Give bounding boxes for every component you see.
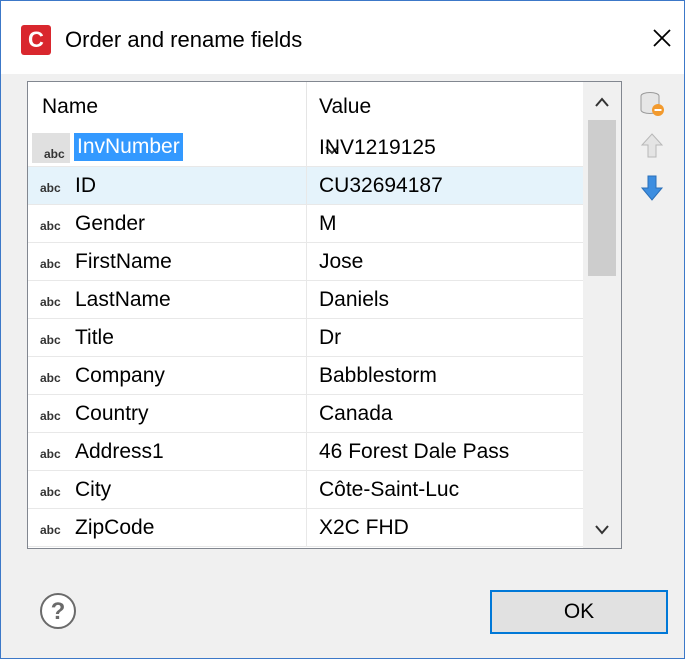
- remove-field-button[interactable]: [637, 89, 667, 119]
- arrow-down-icon: [640, 175, 664, 201]
- vertical-scrollbar[interactable]: [583, 82, 621, 548]
- table-row-editing[interactable]: abc InvNumber INV1219125: [28, 129, 583, 167]
- scroll-up-icon[interactable]: [592, 94, 612, 110]
- table-row[interactable]: abc Gender M: [28, 205, 583, 243]
- app-logo-icon: C: [21, 25, 51, 55]
- field-name-input[interactable]: InvNumber: [72, 133, 339, 163]
- type-badge: abc: [40, 295, 61, 309]
- field-name: Country: [75, 402, 149, 425]
- field-value: M: [319, 212, 337, 235]
- field-value: 46 Forest Dale Pass: [319, 440, 510, 463]
- field-value: Babblestorm: [319, 364, 437, 387]
- close-button[interactable]: [647, 23, 677, 53]
- column-header-name[interactable]: Name: [42, 82, 98, 129]
- move-down-button[interactable]: [637, 173, 667, 203]
- type-badge: abc: [40, 181, 61, 195]
- field-value: INV1219125: [319, 136, 436, 159]
- type-badge: abc: [40, 219, 61, 233]
- type-badge: abc: [40, 485, 61, 499]
- scroll-down-icon[interactable]: [592, 522, 612, 538]
- field-name: ID: [75, 174, 96, 197]
- field-name: Gender: [75, 212, 146, 235]
- type-badge: abc: [40, 257, 61, 271]
- ok-button[interactable]: OK: [490, 590, 668, 634]
- field-name: City: [75, 478, 112, 501]
- table-row[interactable]: abc LastName Daniels: [28, 281, 583, 319]
- arrow-up-icon: [640, 133, 664, 158]
- field-value: X2C FHD: [319, 516, 409, 539]
- table-row[interactable]: abc Title Dr: [28, 319, 583, 357]
- dialog-window: C Order and rename fields Name Value abc…: [0, 0, 685, 659]
- field-value: Canada: [319, 402, 393, 425]
- type-badge: abc: [40, 447, 61, 461]
- field-name: Title: [75, 326, 114, 349]
- help-button[interactable]: ?: [39, 592, 77, 630]
- svg-text:?: ?: [51, 598, 66, 625]
- database-remove-icon: [640, 92, 664, 116]
- field-value: Jose: [319, 250, 364, 273]
- title-bar: C Order and rename fields: [1, 1, 684, 74]
- field-name: Address1: [75, 440, 164, 463]
- grid-header: Name Value: [28, 82, 583, 129]
- field-name: Company: [75, 364, 165, 387]
- selected-text[interactable]: InvNumber: [74, 133, 183, 161]
- scrollbar-thumb[interactable]: [588, 120, 616, 276]
- field-value: Daniels: [319, 288, 390, 311]
- table-row[interactable]: abc Country Canada: [28, 395, 583, 433]
- table-row[interactable]: abc Address1 46 Forest Dale Pass: [28, 433, 583, 471]
- close-icon: [653, 29, 671, 47]
- field-value: CU32694187: [319, 174, 443, 197]
- table-row[interactable]: abc Company Babblestorm: [28, 357, 583, 395]
- dialog-title: Order and rename fields: [65, 27, 303, 52]
- field-name: ZipCode: [75, 516, 155, 539]
- field-name: LastName: [75, 288, 171, 311]
- table-row[interactable]: abc ID CU32694187: [28, 167, 583, 205]
- column-header-value[interactable]: Value: [319, 82, 371, 129]
- type-badge: abc: [32, 133, 70, 163]
- type-badge: abc: [40, 371, 61, 385]
- type-badge: abc: [40, 333, 61, 347]
- type-badge: abc: [40, 409, 61, 423]
- type-badge: abc: [40, 523, 61, 537]
- field-name: FirstName: [75, 250, 172, 273]
- table-row[interactable]: abc ZipCode X2C FHD: [28, 509, 583, 547]
- field-value: Côte-Saint-Luc: [319, 478, 460, 501]
- field-value: Dr: [319, 326, 342, 349]
- table-row[interactable]: abc City Côte-Saint-Luc: [28, 471, 583, 509]
- fields-grid[interactable]: Name Value abc InvNumber INV1219125 abc …: [27, 81, 622, 549]
- move-up-button[interactable]: [637, 131, 667, 161]
- table-row[interactable]: abc FirstName Jose: [28, 243, 583, 281]
- help-icon: ?: [40, 593, 76, 629]
